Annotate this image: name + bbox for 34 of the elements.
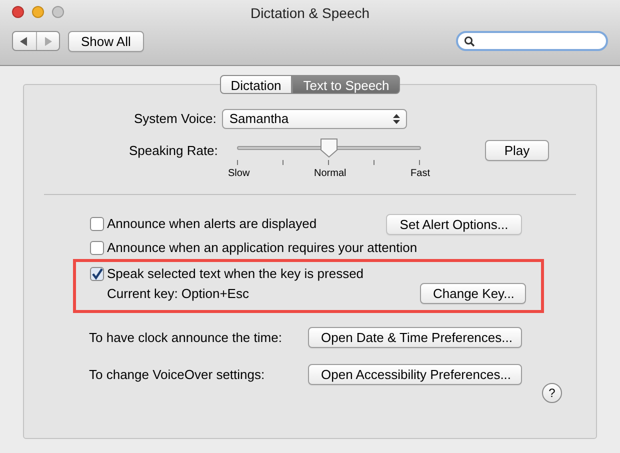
tick-label: Fast	[410, 167, 430, 181]
option-label: Speak selected text when the key is pressed	[107, 265, 364, 284]
voice-dropdown[interactable]: Samantha	[222, 109, 408, 129]
close-icon[interactable]	[12, 6, 24, 18]
system-voice-label: System Voice:	[134, 110, 216, 128]
tab[interactable]: Text to Speech	[292, 75, 400, 94]
zoom-icon[interactable]	[52, 6, 64, 18]
setting-label: To have clock announce the time:	[89, 328, 282, 347]
minimize-icon[interactable]	[32, 6, 44, 18]
search-field[interactable]	[456, 31, 608, 51]
back-icon	[20, 36, 28, 46]
tick-label: Normal	[314, 167, 346, 181]
play-button[interactable]: Play	[485, 140, 549, 161]
open-preferences-button[interactable]: Open Date & Time Preferences...	[308, 327, 522, 348]
option-label: Announce when an application requires your attention	[107, 239, 418, 258]
checkbox[interactable]	[90, 241, 104, 255]
open-preferences-button[interactable]: Open Accessibility Preferences...	[308, 364, 522, 385]
help-button[interactable]: ?	[542, 383, 562, 403]
option-label: Announce when alerts are displayed	[107, 215, 317, 234]
checkmark-icon	[91, 268, 103, 280]
search-icon	[464, 36, 475, 46]
tick-label: Slow	[228, 167, 250, 181]
show-all-button[interactable]: Show All	[68, 30, 144, 52]
slider-thumb[interactable]	[320, 138, 338, 158]
checkbox[interactable]	[90, 267, 104, 281]
forward-icon	[44, 36, 52, 46]
setting-label: To change VoiceOver settings:	[89, 366, 265, 384]
checkbox[interactable]	[90, 217, 104, 231]
change-key-button[interactable]: Change Key...	[420, 283, 526, 304]
window-title: Dictation & Speech	[250, 4, 370, 23]
speaking-rate-label: Speaking Rate:	[129, 142, 219, 160]
tab[interactable]: Dictation	[220, 75, 292, 94]
updown-arrows-icon	[393, 114, 400, 124]
current-key-text: Current key: Option+Esc	[107, 284, 249, 303]
